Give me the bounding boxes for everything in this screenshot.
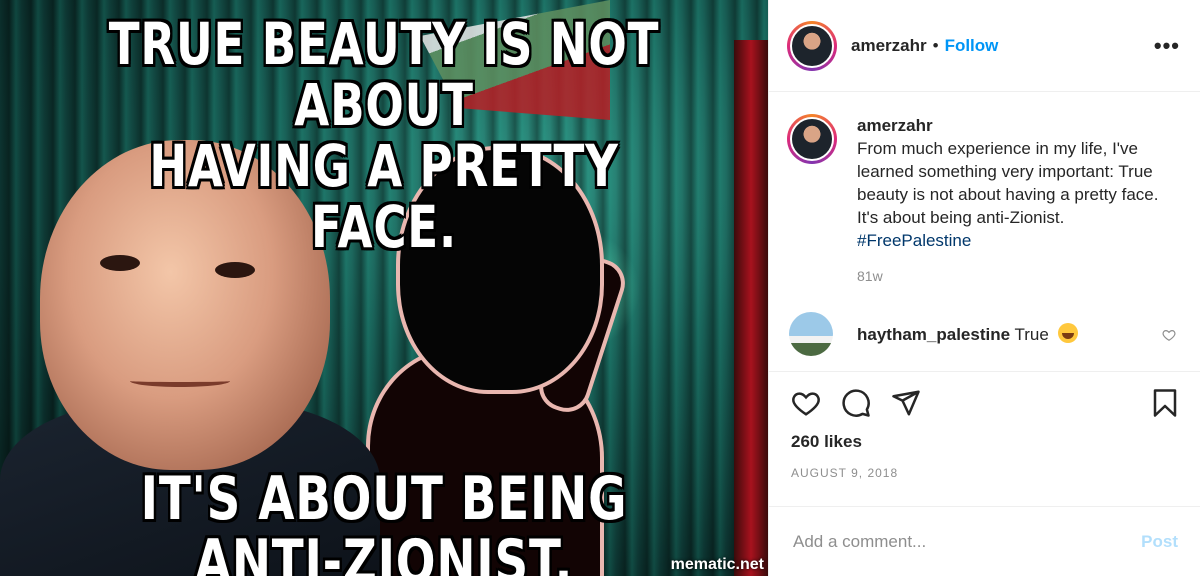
post-comment-button[interactable]: Post — [1141, 532, 1178, 552]
face-with-tears-of-joy-icon — [1057, 323, 1078, 343]
post-header: amerzahr • Follow ••• — [769, 0, 1200, 92]
header-username[interactable]: amerzahr — [851, 36, 927, 56]
comments-section[interactable]: amerzahr From much experience in my life… — [769, 92, 1200, 371]
meme-top-line-1: TRUE BEAUTY IS NOT ABOUT — [108, 10, 660, 139]
comment-like-heart-icon[interactable] — [1162, 328, 1176, 342]
caption-username[interactable]: amerzahr — [857, 114, 1180, 137]
instagram-post: TRUE BEAUTY IS NOT ABOUT HAVING A PRETTY… — [0, 0, 1200, 576]
meme-bottom-text: IT'S ABOUT BEING ANTI-ZIONIST. — [140, 464, 628, 576]
separator-dot: • — [932, 35, 939, 55]
comment-row: haytham_palestine True — [787, 312, 1180, 356]
comment-icon[interactable] — [841, 388, 871, 418]
watermark: mematic.net — [670, 556, 764, 573]
share-icon[interactable] — [891, 388, 921, 418]
post-date[interactable]: AUGUST 9, 2018 — [791, 466, 1180, 480]
add-comment-bar: Post — [769, 506, 1200, 576]
comment-username[interactable]: haytham_palestine — [857, 325, 1010, 344]
likes-count[interactable]: 260 likes — [791, 432, 1180, 452]
caption: amerzahr From much experience in my life… — [787, 114, 1180, 252]
meme-top-line-2: HAVING A PRETTY FACE. — [149, 131, 619, 261]
comment-text: True — [1014, 325, 1049, 344]
caption-text: From much experience in my life, I've le… — [857, 139, 1159, 227]
caption-avatar[interactable] — [787, 114, 837, 164]
comment-input[interactable] — [793, 531, 1142, 552]
comment-avatar[interactable] — [789, 312, 833, 356]
red-curtain — [734, 40, 768, 576]
more-horizontal-icon[interactable]: ••• — [1154, 33, 1180, 59]
hashtag-link[interactable]: #FreePalestine — [857, 231, 971, 250]
bookmark-icon[interactable] — [1150, 388, 1180, 418]
action-bar: 260 likes AUGUST 9, 2018 — [769, 371, 1200, 506]
avatar[interactable] — [787, 20, 837, 71]
post-image[interactable]: TRUE BEAUTY IS NOT ABOUT HAVING A PRETTY… — [0, 0, 768, 576]
post-sidebar: amerzahr • Follow ••• amerzahr From much… — [768, 0, 1200, 576]
follow-button[interactable]: Follow — [945, 36, 999, 56]
meme-top-text: TRUE BEAUTY IS NOT ABOUT HAVING A PRETTY… — [84, 14, 683, 258]
caption-time-ago[interactable]: 81w — [857, 268, 1180, 284]
heart-icon[interactable] — [791, 388, 821, 418]
